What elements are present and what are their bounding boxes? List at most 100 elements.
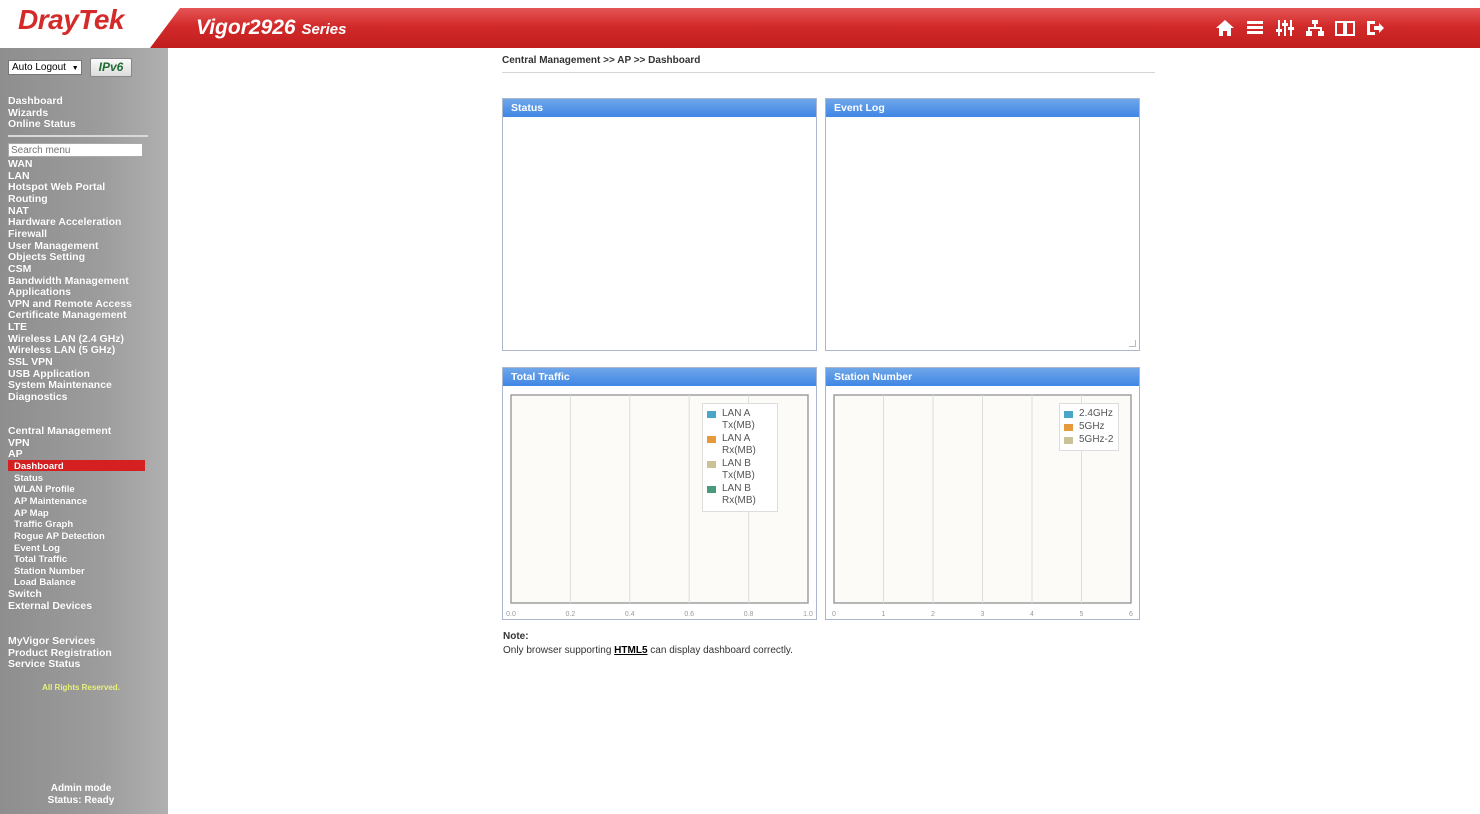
- home-icon[interactable]: [1214, 18, 1236, 38]
- auto-logout-select[interactable]: Auto Logout ▼: [8, 60, 82, 75]
- sidebar-item-csm[interactable]: CSM: [8, 263, 31, 276]
- legend-swatch: [1064, 411, 1073, 418]
- x-tick-label: 0.2: [566, 611, 576, 618]
- legend-label: LAN A Tx(MB): [722, 408, 755, 431]
- legend-swatch: [1064, 437, 1073, 444]
- x-tick-label: 0.0: [506, 611, 516, 618]
- event-log-panel-title: Event Log: [826, 99, 1139, 117]
- legend-entry: LAN B Tx(MB): [707, 458, 773, 482]
- book-icon[interactable]: [1334, 18, 1356, 38]
- status-panel-title: Status: [503, 99, 816, 117]
- admin-mode-text: Admin mode: [50, 783, 112, 794]
- sidebar-item-service-status[interactable]: Service Status: [8, 659, 80, 671]
- sidebar-item-wan[interactable]: WAN: [8, 158, 33, 171]
- station-number-panel-title: Station Number: [826, 368, 1139, 386]
- sidebar-subitem-event-log[interactable]: Event Log: [14, 543, 60, 555]
- sidebar-item-dashboard[interactable]: Dashboard: [8, 95, 63, 108]
- legend-swatch: [707, 461, 716, 468]
- total-traffic-panel: Total Traffic 0.0 0.2 0.4 0.6 0.8 1.0 LAN A T…: [502, 367, 817, 620]
- sidebar-subitem-traffic-graph[interactable]: Traffic Graph: [14, 519, 73, 531]
- note-pre: Only browser supporting: [503, 645, 615, 656]
- legend-label: 2.4GHz: [1079, 408, 1113, 419]
- x-tick-label: 1.0: [803, 611, 813, 618]
- legend-label: LAN A Rx(MB): [722, 433, 756, 456]
- auto-logout-value: Auto Logout: [12, 62, 66, 73]
- logo-area: DrayTek: [0, 0, 170, 48]
- status-panel: Status: [502, 98, 817, 351]
- search-menu-input[interactable]: [8, 143, 143, 157]
- sidebar-subitem-status[interactable]: Status: [14, 473, 43, 485]
- legend-entry: LAN A Tx(MB): [707, 408, 773, 432]
- product-model: Vigor2926: [196, 16, 296, 39]
- sidebar-divider: [8, 135, 148, 137]
- sidebar-item-central-management[interactable]: Central Management: [8, 425, 111, 438]
- legend-entry: LAN B Rx(MB): [707, 483, 773, 507]
- station-number-legend: 2.4GHz 5GHz 5GHz-2: [1059, 403, 1119, 451]
- sidebar-subitem-wlan-profile[interactable]: WLAN Profile: [14, 484, 75, 496]
- sidebar-item-lte[interactable]: LTE: [8, 321, 27, 334]
- sidebar-item-ap[interactable]: AP: [8, 449, 23, 461]
- legend-entry: 5GHz: [1064, 421, 1114, 433]
- legend-label: 5GHz: [1079, 421, 1105, 432]
- sidebar-item-routing[interactable]: Routing: [8, 193, 48, 206]
- x-tick-label: 1: [882, 611, 886, 618]
- product-series: Series: [301, 21, 347, 38]
- sidebar-item-online-status[interactable]: Online Status: [8, 118, 76, 131]
- legend-label: LAN B Rx(MB): [722, 483, 756, 506]
- note-text: Only browser supporting HTML5 can displa…: [503, 644, 793, 658]
- sidebar-menu: Auto Logout ▼ IPv6 Dashboard Wizards Onl…: [0, 48, 168, 814]
- legend-swatch: [707, 411, 716, 418]
- note-label: Note:: [503, 631, 529, 642]
- x-tick-label: 4: [1030, 611, 1034, 618]
- x-tick-label: 0: [832, 611, 836, 618]
- admin-status: Admin mode Status: Ready: [0, 783, 162, 807]
- sidebar-item-applications[interactable]: Applications: [8, 287, 71, 299]
- resize-grip-icon[interactable]: [1129, 340, 1136, 347]
- sidebar-subitem-rogue-ap-detection[interactable]: Rogue AP Detection: [14, 531, 105, 543]
- rights-text: All Rights Reserved.: [42, 683, 120, 692]
- x-tick-label: 5: [1080, 611, 1084, 618]
- legend-entry: LAN A Rx(MB): [707, 433, 773, 457]
- chevron-down-icon: ▼: [71, 65, 79, 72]
- header-toolbar: [1214, 18, 1386, 38]
- legend-label: LAN B Tx(MB): [722, 458, 755, 481]
- html5-link[interactable]: HTML5: [614, 645, 647, 656]
- sliders-icon[interactable]: [1274, 18, 1296, 38]
- legend-entry: 5GHz-2: [1064, 434, 1114, 446]
- legend-swatch: [707, 436, 716, 443]
- sidebar-subitem-dashboard[interactable]: Dashboard: [14, 461, 64, 473]
- x-tick-label: 0.6: [684, 611, 694, 618]
- sidebar-item-firewall[interactable]: Firewall: [8, 228, 47, 241]
- sidebar-item-diagnostics[interactable]: Diagnostics: [8, 391, 68, 404]
- x-tick-label: 2: [931, 611, 935, 618]
- logout-icon[interactable]: [1364, 18, 1386, 38]
- x-tick-label: 0.8: [744, 611, 754, 618]
- header: DrayTek Vigor2926 Series: [0, 0, 1480, 48]
- ipv6-button[interactable]: IPv6: [90, 58, 132, 77]
- total-traffic-legend: LAN A Tx(MB) LAN A Rx(MB) LAN B Tx(MB) LAN …: [702, 403, 778, 512]
- total-traffic-panel-title: Total Traffic: [503, 368, 816, 386]
- sitemap-icon[interactable]: [1304, 18, 1326, 38]
- draytek-logo[interactable]: DrayTek: [18, 4, 124, 36]
- sidebar-subitem-ap-map[interactable]: AP Map: [14, 508, 49, 520]
- sidebar-item-ssl-vpn[interactable]: SSL VPN: [8, 356, 53, 369]
- station-number-panel: Station Number 0 1 2 3 4 5 6 2.4GHz 5GHz 5GHz-2: [825, 367, 1140, 620]
- breadcrumb: Central Management >> AP >> Dashboard: [502, 55, 701, 66]
- sidebar-subitem-station-number[interactable]: Station Number: [14, 566, 85, 578]
- event-log-panel: Event Log: [825, 98, 1140, 351]
- legend-swatch: [707, 486, 716, 493]
- list-icon[interactable]: [1244, 18, 1266, 38]
- breadcrumb-divider: [502, 72, 1155, 73]
- sidebar-subitem-ap-maintenance[interactable]: AP Maintenance: [14, 496, 87, 508]
- product-name: Vigor2926 Series: [196, 16, 347, 40]
- legend-swatch: [1064, 424, 1073, 431]
- sidebar-subitem-total-traffic[interactable]: Total Traffic: [14, 554, 67, 566]
- sidebar-item-external-devices[interactable]: External Devices: [8, 600, 92, 613]
- sidebar-top-controls: Auto Logout ▼ IPv6: [8, 58, 132, 77]
- sidebar-item-myvigor-services[interactable]: MyVigor Services: [8, 635, 95, 648]
- x-tick-label: 0.4: [625, 611, 635, 618]
- status-text: Status: Ready: [47, 795, 115, 806]
- legend-entry: 2.4GHz: [1064, 408, 1114, 420]
- sidebar-item-switch[interactable]: Switch: [8, 588, 42, 601]
- legend-label: 5GHz-2: [1079, 434, 1114, 445]
